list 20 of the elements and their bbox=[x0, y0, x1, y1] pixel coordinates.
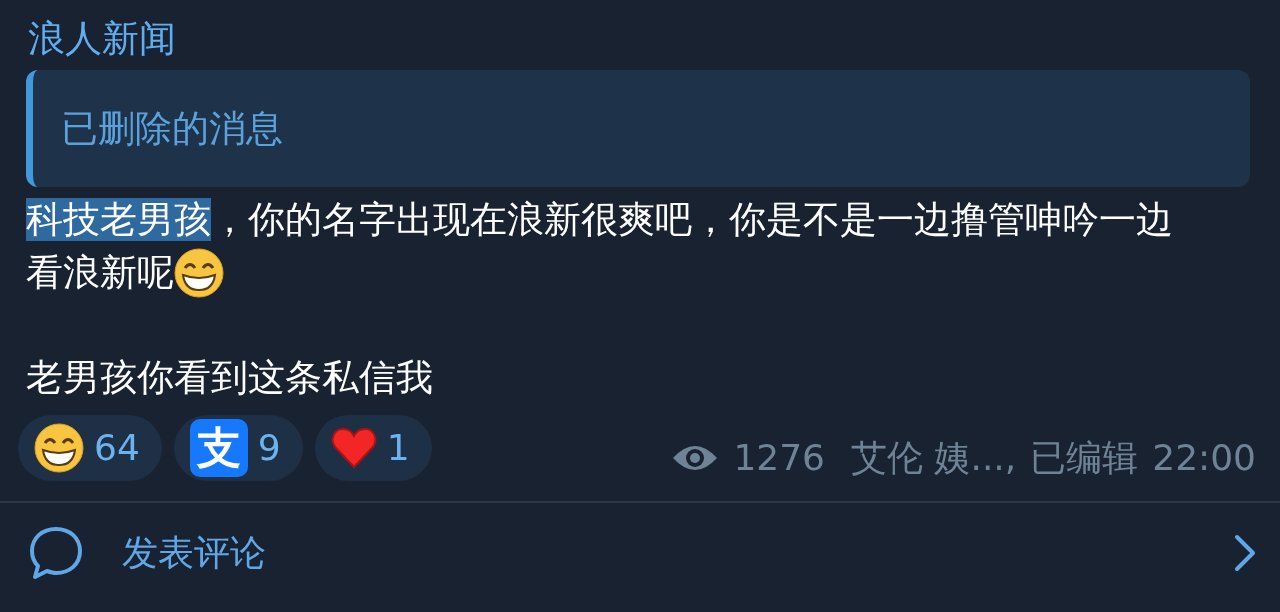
edited-label: 已编辑 bbox=[1030, 436, 1139, 480]
author-signature: 艾伦 姨..., bbox=[851, 436, 1017, 480]
app-logo: 支 bbox=[189, 419, 248, 477]
reaction-button[interactable]: 支 9 bbox=[173, 415, 303, 481]
grinning-face-icon bbox=[34, 423, 84, 473]
view-count: 1276 bbox=[733, 436, 826, 480]
channel-name[interactable]: 浪人新闻 bbox=[26, 14, 1250, 64]
reply-quote[interactable]: 已删除的消息 bbox=[26, 70, 1250, 187]
comment-icon bbox=[28, 525, 84, 581]
message-text: 老男孩你看到这条私信我 bbox=[26, 355, 434, 401]
chevron-right-icon[interactable] bbox=[1232, 533, 1258, 573]
reaction-button[interactable]: 64 bbox=[18, 415, 162, 481]
grinning-face-icon bbox=[174, 247, 224, 298]
message-text: 看浪新呢 bbox=[26, 250, 174, 296]
message-text: 科技老男孩，你的名字出现在浪新很爽吧，你是不是一边撸管呻吟一边 bbox=[26, 197, 1173, 243]
reply-text: 已删除的消息 bbox=[61, 105, 283, 152]
reaction-button[interactable]: 1 bbox=[314, 415, 432, 481]
heart-icon bbox=[330, 427, 377, 469]
message-time: 22:00 bbox=[1152, 436, 1256, 480]
leave-comment-button[interactable]: 发表评论 bbox=[122, 526, 1232, 580]
